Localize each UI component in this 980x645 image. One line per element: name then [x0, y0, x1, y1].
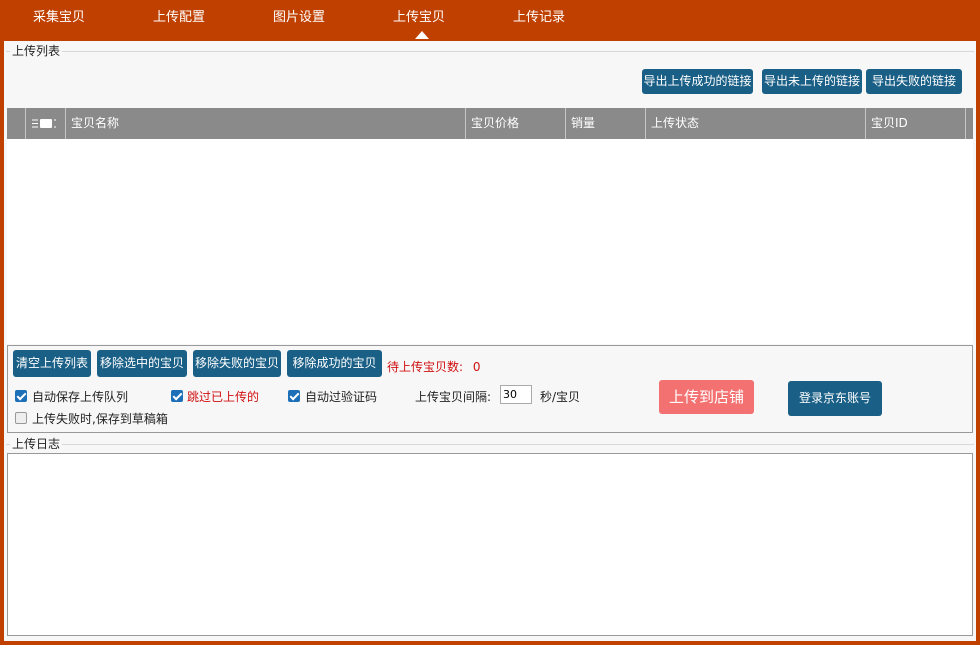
section-divider	[6, 51, 974, 52]
main-panel: 上传列表 导出上传成功的链接 导出未上传的链接 导出失败的链接 宝贝名称 宝贝价…	[4, 41, 976, 641]
section-divider	[6, 444, 974, 445]
pending-count-label: 待上传宝贝数: 0	[387, 358, 481, 375]
export-not-uploaded-links-button[interactable]: 导出未上传的链接	[762, 69, 862, 94]
remove-selected-items-button[interactable]: 移除选中的宝贝	[97, 350, 187, 377]
tab-image-settings[interactable]: 图片设置	[254, 0, 344, 38]
remove-failed-items-button[interactable]: 移除失败的宝贝	[193, 350, 281, 377]
save-draft-on-fail-checkbox[interactable]	[15, 412, 27, 424]
upload-table-header: 宝贝名称 宝贝价格 销量 上传状态 宝贝ID	[7, 108, 973, 139]
column-header-upload-status[interactable]: 上传状态	[646, 108, 866, 139]
login-jd-account-button[interactable]: 登录京东账号	[788, 381, 882, 416]
select-all-cell[interactable]	[26, 108, 66, 139]
auto-save-queue-label: 自动保存上传队列	[32, 390, 129, 404]
column-header-item-name[interactable]: 宝贝名称	[66, 108, 466, 139]
tab-collect-items[interactable]: 采集宝贝	[14, 0, 104, 38]
upload-interval-label: 上传宝贝间隔:	[415, 390, 492, 404]
row-header-cell	[7, 108, 26, 139]
tab-upload-config[interactable]: 上传配置	[134, 0, 224, 38]
skip-uploaded-checkbox[interactable]	[171, 390, 183, 402]
column-header-item-id[interactable]: 宝贝ID	[866, 108, 966, 139]
active-tab-indicator	[415, 31, 429, 39]
pending-count-text: 待上传宝贝数:	[387, 360, 464, 374]
upload-list-title: 上传列表	[10, 42, 63, 59]
auto-save-queue-checkbox[interactable]	[15, 390, 27, 402]
export-success-links-button[interactable]: 导出上传成功的链接	[642, 69, 753, 94]
select-all-icon[interactable]	[26, 108, 66, 139]
export-failed-links-button[interactable]: 导出失败的链接	[866, 69, 962, 94]
upload-interval-input[interactable]	[500, 385, 532, 404]
skip-uploaded-label: 跳过已上传的	[187, 390, 260, 404]
pending-count-value: 0	[472, 360, 481, 374]
upload-interval-unit: 秒/宝贝	[540, 390, 581, 404]
tab-upload-records[interactable]: 上传记录	[494, 0, 584, 38]
save-draft-on-fail-label: 上传失败时,保存到草稿箱	[32, 412, 168, 426]
auto-captcha-label: 自动过验证码	[305, 390, 378, 404]
top-nav: 采集宝贝 上传配置 图片设置 上传宝贝 上传记录	[0, 0, 980, 40]
upload-log-area[interactable]	[7, 453, 973, 636]
upload-controls: 清空上传列表 移除选中的宝贝 移除失败的宝贝 移除成功的宝贝 待上传宝贝数: 0…	[7, 345, 973, 433]
upload-log-title: 上传日志	[10, 435, 63, 452]
clear-upload-list-button[interactable]: 清空上传列表	[13, 350, 91, 377]
column-header-sales[interactable]: 销量	[566, 108, 646, 139]
remove-success-items-button[interactable]: 移除成功的宝贝	[287, 350, 382, 377]
column-header-item-price[interactable]: 宝贝价格	[466, 108, 566, 139]
upload-to-store-button[interactable]: 上传到店铺	[659, 380, 754, 414]
auto-captcha-checkbox[interactable]	[288, 390, 300, 402]
upload-table-body[interactable]	[7, 139, 973, 344]
